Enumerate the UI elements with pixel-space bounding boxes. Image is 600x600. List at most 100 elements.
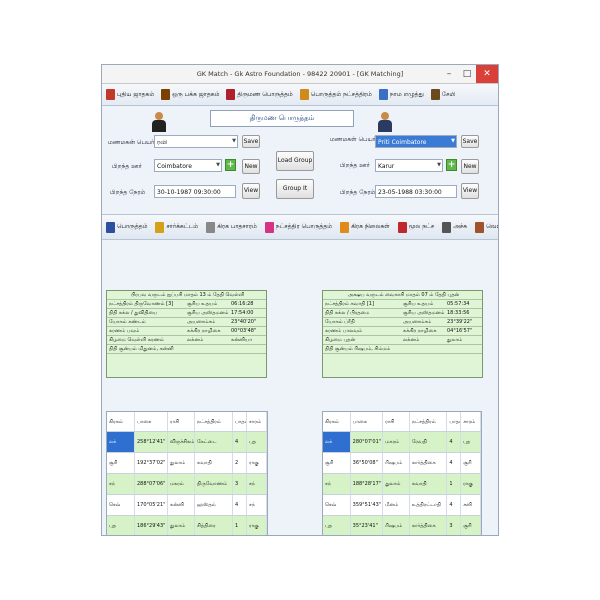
table-row[interactable]: லக் 280°07'01" மகரம் ரேவதி 4 புத [323,432,481,453]
table-row[interactable]: லக் 258°12'41" விருச்சிகம் கேட்டை 4 புத [107,432,267,453]
table-cell: 3 [447,516,462,535]
bride-view-button[interactable]: View [461,183,479,199]
toolbar-item-0[interactable]: பொருத்தம் [104,221,149,233]
table-cell: 2 [233,453,247,473]
menu-item-2[interactable]: திருமண பொருத்தம் [224,89,294,100]
table-row[interactable]: செவ் 170°05'21" கன்னி ஹஸ்தம் 4 சந் [107,495,267,516]
menu-item-5[interactable]: சேமி [429,89,458,100]
column-header[interactable]: ராசி [168,412,195,431]
table-cell: சித்திரை [195,516,233,535]
groom-name-label: மணமகன் பெயர் [108,139,155,146]
bride-new-button[interactable]: New [461,159,479,174]
planet-position-icon [206,221,216,233]
table-header: கிரகம்பாகைராசிநட்சத்திரம்பாதம்சாரம் [323,412,481,432]
table-row[interactable]: சூரி 192°37'02" துலாம் சுவாதி 2 ராகு [107,453,267,474]
bride-panchang-panel: அக்ஷய வருடம் வைகாசி மாதம் 07 ம் தேதி புத… [322,290,483,378]
panchang-row: கிழமை வெள்ளி கரணம் லக்னம் கன்னியா [107,336,266,345]
table-row[interactable]: செவ் 359°51'43" மீனம் உத்திரட்டாதி 4 சனி [323,495,481,516]
panchang-footer-text: திதி சூன்யம் மிதுனம், கன்னி [109,346,174,352]
add-place-icon[interactable]: + [225,159,236,171]
groom-view-button[interactable]: View [242,183,260,199]
table-cell: மகரம் [383,432,410,452]
table-cell: கார்த்திகை [410,453,448,473]
table-cell: லக் [107,432,135,452]
toolbar-item-7[interactable]: வெளியே [473,221,498,233]
single-page-icon [161,89,171,100]
panchang-header-text: பிரபவ வருடம் ஐப்பசி மாதம் 13 ம் தேதி வெள… [130,292,245,298]
table-cell: 186°29'43" [135,516,168,535]
table-cell: 3 [233,474,247,494]
load-group-button[interactable]: Load Group [276,151,314,171]
add-place-icon[interactable]: + [446,159,457,171]
panchang-footer: திதி சூன்யம் ரிஷபம், சிம்மம் [323,345,482,354]
chevron-down-icon: ▼ [216,162,220,168]
column-header[interactable]: பாகை [351,412,384,431]
panchang-cell: சுக்கிர நாழிகை [187,328,221,334]
menu-item-4[interactable]: நாம எழுத்து [377,89,426,100]
toolbar-item-6[interactable]: அச்சு [440,221,469,233]
table-row[interactable]: சந் 188°28'17" துலாம் சுவாதி 1 ராகு [323,474,481,495]
panchang-cell: யோகம் கண்டம் [109,319,146,325]
panchang-cell: 05:57:34 [447,301,470,307]
table-cell: கார்த்திகை [410,516,448,535]
table-header: கிரகம்பாகைராசிநட்சத்திரம்பாதம்சாரம் [107,412,267,432]
table-cell: 4 [447,432,462,452]
panchang-header: அக்ஷய வருடம் வைகாசி மாதம் 07 ம் தேதி புத… [323,291,482,300]
groom-dob-field[interactable]: 30-10-1987 09:30:00 [154,185,236,198]
bride-dob-field[interactable]: 23-05-1988 03:30:00 [375,185,457,198]
column-header[interactable]: பாகை [135,412,168,431]
close-button[interactable]: ✕ [476,65,498,83]
chevron-down-icon: ▼ [437,162,441,168]
menu-item-label: பொருத்தம் நட்சத்திரம் [310,90,372,98]
column-header[interactable]: ராசி [383,412,410,431]
groom-new-button[interactable]: New [242,159,260,174]
table-cell: செவ் [107,495,135,515]
table-cell: சூரி [323,453,351,473]
menu-item-1[interactable]: ஒரு பக்க ஜாதகம் [159,89,221,100]
table-cell: 192°37'02" [135,453,168,473]
toolbar-item-3[interactable]: நட்சத்திர பொருத்தம் [263,221,334,233]
table-cell: 4 [447,495,462,515]
table-cell: புத [107,516,135,535]
match-icon [106,221,115,233]
bride-name-field[interactable]: Priti Coimbatore ▼ [375,135,457,148]
minimize-button[interactable]: – [440,65,458,83]
toolbar-item-4[interactable]: கிரக நிலைகள் [338,221,392,233]
column-header[interactable]: சாரம் [461,412,481,431]
column-header[interactable]: நட்சத்திரம் [195,412,233,431]
column-header[interactable]: கிரகம் [323,412,351,431]
table-cell: துலாம் [168,453,195,473]
form-title: திருமண பொருத்தம் [210,110,354,127]
column-header[interactable]: கிரகம் [107,412,135,431]
toolbar-item-2[interactable]: கிரக பாதசாரம் [204,221,259,233]
panchang-row: திதி சுக்ல / பிரதமை சூரிய அஸ்தமனம் 18:33:5… [323,309,482,318]
table-row[interactable]: சூரி 36°50'08" ரிஷபம் கார்த்திகை 4 சூரி [323,453,481,474]
panchang-cell: சூரிய அஸ்தமனம் [403,310,445,316]
table-cell: புத [323,516,351,535]
toolbar-item-5[interactable]: மூல நட்ச [396,221,436,233]
groom-save-button[interactable]: Save [242,135,260,148]
table-row[interactable]: சந் 288°07'06" மகரம் திருவோணம் 3 சந் [107,474,267,495]
groom-name-field[interactable]: ரவி ▼ [154,135,238,148]
column-header[interactable]: பாதம் [233,412,247,431]
new-horoscope-icon [106,89,115,100]
panchang-cell: யோகம் ப்ரீதி [325,319,355,325]
table-row[interactable]: புத 35°23'41" ரிஷபம் கார்த்திகை 3 சூரி [323,516,481,535]
toolbar-item-1[interactable]: சார்க்கட்டம் [153,221,200,233]
maximize-button[interactable]: □ [458,65,476,83]
group-it-button[interactable]: Group It [276,179,314,199]
groom-place-field[interactable]: Coimbatore ▼ [154,159,222,172]
column-header[interactable]: சாரம் [247,412,267,431]
table-cell: ராகு [247,516,267,535]
table-row[interactable]: புத 186°29'43" துலாம் சித்திரை 1 ராகு [107,516,267,535]
bride-save-button[interactable]: Save [461,135,479,148]
match-form: திருமண பொருத்தம் மணமகன் பெயர் ரவி ▼ Save … [102,106,498,214]
column-header[interactable]: நட்சத்திரம் [410,412,448,431]
menu-item-3[interactable]: பொருத்தம் நட்சத்திரம் [298,89,374,100]
table-cell: ராகு [461,474,481,494]
panchang-header-text: அக்ஷய வருடம் வைகாசி மாதம் 07 ம் தேதி புத… [347,292,460,298]
panchang-cell: 00°03'48" [231,328,257,334]
bride-place-field[interactable]: Karur ▼ [375,159,443,172]
column-header[interactable]: பாதம் [447,412,462,431]
menu-item-0[interactable]: புதிய ஜாதகம் [104,89,156,100]
